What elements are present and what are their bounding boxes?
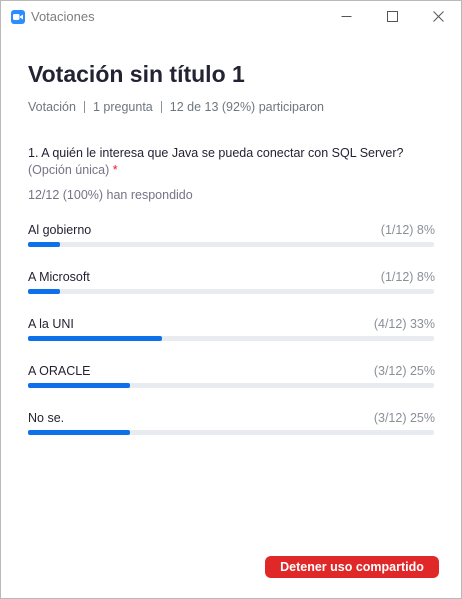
result-bar-fill [28,336,162,341]
option-label: A la UNI [28,317,74,331]
maximize-icon [386,11,398,22]
result-bar-fill [28,289,61,294]
result-bar-track [28,383,434,388]
poll-meta: Votación 1 pregunta 12 de 13 (92%) parti… [28,100,324,114]
option-label: A ORACLE [28,364,91,378]
option-result: (3/12) 25% [373,364,435,378]
question-block: 1. A quién le interesa que Java se pueda… [28,145,438,179]
minimize-button[interactable] [323,1,369,32]
maximize-button[interactable] [369,1,415,32]
meta-divider [160,101,162,113]
window-title: Votaciones [31,9,95,24]
question-type: (Opción única) [28,163,110,177]
option-row: A la UNI (4/12) 33% [28,317,435,341]
result-bar-track [28,430,434,435]
meta-divider [83,101,85,113]
result-bar-fill [28,242,61,247]
option-result: (1/12) 8% [380,270,435,284]
minimize-icon [341,16,351,17]
question-text: 1. A quién le interesa que Java se pueda… [28,146,404,160]
answered-count: 12/12 (100%) han respondido [28,188,193,202]
option-result: (4/12) 33% [373,317,435,331]
result-bar-fill [28,383,130,388]
close-button[interactable] [415,1,461,32]
result-bar-track [28,336,434,341]
option-result: (3/12) 25% [373,411,435,425]
participation-count: 12 de 13 (92%) participaron [169,100,325,114]
option-row: A Microsoft (1/12) 8% [28,270,435,294]
result-bar-fill [28,430,130,435]
option-label: Al gobierno [28,223,92,237]
poll-title: Votación sin título 1 [28,61,245,87]
close-icon [432,11,444,22]
result-bar-track [28,289,434,294]
poll-window: Votaciones Votación sin título 1 Votació… [0,0,462,599]
result-bar-track [28,242,434,247]
option-row: A ORACLE (3/12) 25% [28,364,435,388]
question-count: 1 pregunta [92,100,153,114]
stop-sharing-button[interactable]: Detener uso compartido [265,556,439,578]
option-row: Al gobierno (1/12) 8% [28,223,435,247]
title-bar[interactable]: Votaciones [1,1,461,32]
option-result: (1/12) 8% [380,223,435,237]
option-label: A Microsoft [28,270,90,284]
option-label: No se. [28,411,65,425]
poll-type: Votación [28,100,76,114]
zoom-camera-icon [11,10,25,24]
required-mark: * [112,163,118,177]
option-row: No se. (3/12) 25% [28,411,435,435]
